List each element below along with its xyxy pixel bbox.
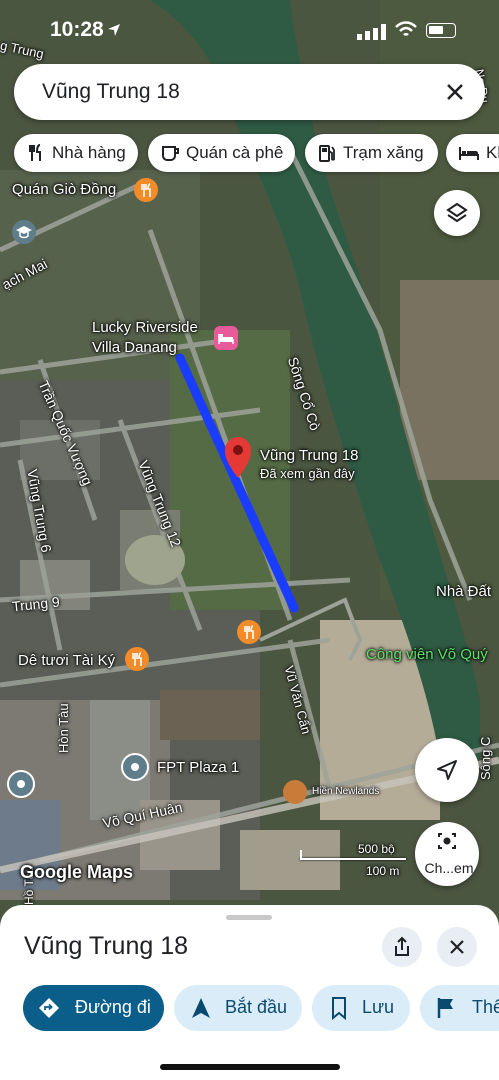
- place-poi-icon[interactable]: [121, 753, 149, 781]
- home-indicator[interactable]: [160, 1064, 340, 1070]
- lens-camera-button[interactable]: Ch...em: [415, 822, 479, 886]
- add-label-button[interactable]: Thê: [420, 985, 499, 1031]
- restaurant-icon: [29, 144, 41, 161]
- action-label: Thê: [472, 997, 499, 1017]
- action-label: Đường đi: [75, 997, 151, 1017]
- map-label-nha-dat[interactable]: Nhà Đất: [436, 583, 491, 600]
- directions-icon: [39, 998, 59, 1018]
- restaurant-poi-icon[interactable]: [125, 647, 149, 671]
- chip-label: Quán cà phê: [186, 143, 284, 162]
- battery-icon: [426, 23, 456, 38]
- search-bar[interactable]: Vũng Trung 18: [14, 64, 485, 120]
- map-label-song-co-edge: Sông C: [478, 736, 493, 780]
- restaurant-poi-icon[interactable]: [134, 178, 158, 202]
- coffee-icon: [162, 146, 179, 161]
- search-query-text[interactable]: Vũng Trung 18: [42, 80, 180, 104]
- chip-label: Nhà hàng: [52, 143, 126, 162]
- restaurant-poi-icon[interactable]: [237, 620, 261, 644]
- navigation-arrow-icon: [192, 998, 210, 1018]
- photo-poi-icon[interactable]: [283, 780, 307, 804]
- lens-button-label: Ch...em: [424, 860, 474, 876]
- chip-hotels[interactable]: Kh: [446, 134, 499, 172]
- place-poi-icon[interactable]: [7, 770, 35, 798]
- chip-label: Trạm xăng: [343, 143, 424, 162]
- status-bar: 10:28: [0, 10, 499, 50]
- save-button[interactable]: Lưu: [312, 985, 410, 1031]
- share-button[interactable]: [382, 927, 422, 967]
- sheet-drag-handle[interactable]: [226, 915, 272, 920]
- hotel-icon: [459, 147, 479, 160]
- chip-coffee[interactable]: Quán cà phê: [148, 134, 295, 172]
- directions-button[interactable]: Đường đi: [23, 985, 164, 1031]
- chip-restaurants[interactable]: Nhà hàng: [14, 134, 138, 172]
- selected-place-name[interactable]: Vũng Trung 18: [260, 447, 358, 464]
- chip-label: Kh: [486, 143, 499, 162]
- map-label-quan-gio-dong[interactable]: Quán Giò Đồng: [12, 181, 116, 198]
- google-maps-logo: Google Maps: [20, 862, 134, 882]
- share-icon: [395, 936, 409, 956]
- status-time: 10:28: [50, 18, 104, 41]
- camera-icon: [438, 833, 456, 849]
- signal-icon: [357, 24, 386, 40]
- map-label-fpt-plaza[interactable]: FPT Plaza 1: [157, 759, 239, 776]
- selected-place-subtitle: Đã xem gần đây: [260, 466, 355, 481]
- action-label: Bắt đầu: [225, 997, 288, 1017]
- map-label-villa-danang[interactable]: Villa Danang: [92, 339, 177, 356]
- hotel-poi-icon[interactable]: [214, 326, 238, 350]
- layers-button[interactable]: [434, 190, 480, 236]
- flag-icon: [437, 998, 453, 1018]
- chip-gas-station[interactable]: Trạm xăng: [305, 134, 438, 172]
- place-title: Vũng Trung 18: [24, 932, 189, 960]
- layers-icon: [446, 202, 468, 223]
- map-label-cong-vien-vo-quy[interactable]: Công viên Võ Quý: [366, 646, 488, 663]
- gas-station-icon: [319, 145, 335, 162]
- scale-label-metric: 100 m: [366, 864, 400, 878]
- wifi-icon: [395, 21, 417, 36]
- bookmark-icon: [332, 997, 346, 1020]
- scale-bar: 500 bộ 100 m: [300, 842, 410, 882]
- navigation-arrow-icon: [437, 760, 457, 780]
- start-button[interactable]: Bắt đầu: [174, 985, 302, 1031]
- close-icon[interactable]: [441, 78, 469, 106]
- map-label-lucky-riverside[interactable]: Lucky Riverside: [92, 319, 198, 336]
- scale-label-imperial: 500 bộ: [358, 842, 395, 856]
- close-icon: [450, 940, 464, 954]
- my-location-button[interactable]: [415, 738, 479, 802]
- location-arrow-icon: [108, 24, 120, 36]
- street-label-hon-tau: Hòn Tàu: [56, 703, 71, 753]
- map-label-de-tuoi-tai-ky[interactable]: Dê tươi Tài Ký: [18, 652, 115, 669]
- school-poi-icon[interactable]: [12, 220, 36, 244]
- close-sheet-button[interactable]: [437, 927, 477, 967]
- action-label: Lưu: [362, 997, 395, 1017]
- map-label-hien-newlands[interactable]: Hiền Newlands: [312, 786, 379, 797]
